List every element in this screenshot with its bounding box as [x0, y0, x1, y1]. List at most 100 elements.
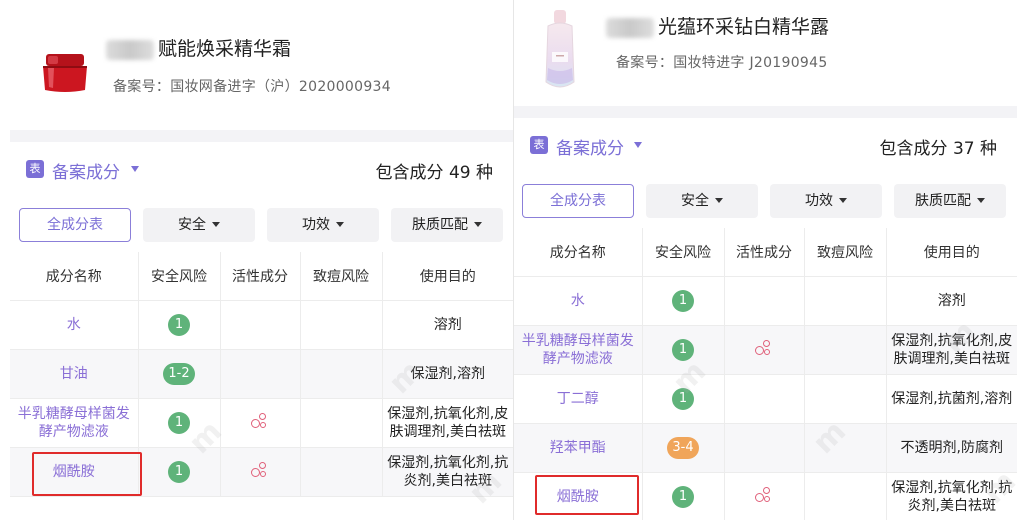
active-ingredient-icon	[249, 458, 271, 480]
bubble-shape	[251, 419, 260, 428]
column-header: 致痘风险	[300, 252, 383, 301]
ingredient-name-link[interactable]: 半乳糖酵母样菌发酵产物滤液	[522, 333, 634, 367]
registration-number: 备案号：国妆特进字 J20190945	[616, 55, 828, 71]
product-header: 赋能焕采精华霜 备案号：国妆网备进字（沪）2020000934	[10, 0, 513, 130]
safety-risk-cell: 1	[642, 325, 725, 375]
column-header: 成分名称	[514, 228, 643, 277]
ingredient-name-cell[interactable]: 水	[10, 300, 139, 350]
acne-risk-cell	[804, 423, 887, 473]
ingredient-name-cell[interactable]: 半乳糖酵母样菌发酵产物滤液	[514, 325, 643, 375]
usage-purpose-cell: 保湿剂,抗氧化剂,皮肤调理剂,美白祛斑	[382, 398, 513, 448]
ingredient-name-cell[interactable]: 烟酰胺	[514, 472, 643, 520]
tab-full-ingredients[interactable]: 全成分表	[522, 184, 634, 218]
ingredient-name-link[interactable]: 烟酰胺	[53, 464, 95, 480]
usage-purpose-cell: 保湿剂,溶剂	[382, 349, 513, 399]
risk-score-badge: 1	[672, 289, 694, 312]
table-header-row: 成分名称 安全风险 活性成分 致痘风险 使用目的	[514, 228, 1017, 277]
usage-purpose-cell: 保湿剂,抗菌剂,溶剂	[886, 374, 1017, 424]
column-header: 致痘风险	[804, 228, 887, 277]
product-panel-left: 赋能焕采精华霜 备案号：国妆网备进字（沪）2020000934 表 备案成分 包…	[10, 0, 513, 520]
ingredient-row[interactable]: 半乳糖酵母样菌发酵产物滤液 1 保湿剂,抗氧化剂,皮肤调理剂,美白祛斑	[514, 325, 1017, 375]
section-title-dropdown[interactable]: 备案成分	[556, 134, 624, 159]
ingredient-name-link[interactable]: 丁二醇	[557, 391, 599, 407]
filter-label: 肤质匹配	[412, 217, 468, 233]
column-header: 活性成分	[724, 228, 805, 277]
filter-safety-dropdown[interactable]: 安全	[646, 184, 758, 218]
column-header: 使用目的	[886, 228, 1017, 277]
chevron-down-icon[interactable]	[634, 142, 642, 148]
risk-score-badge: 1	[672, 338, 694, 361]
bubble-shape	[260, 471, 266, 477]
filter-skin-match-dropdown[interactable]: 肤质匹配	[391, 208, 503, 242]
caret-down-icon	[715, 197, 723, 203]
filter-skin-match-dropdown[interactable]: 肤质匹配	[894, 184, 1006, 218]
acne-risk-cell	[300, 300, 383, 350]
filter-efficacy-dropdown[interactable]: 功效	[267, 208, 379, 242]
ingredient-row[interactable]: 羟苯甲酯 3-4 不透明剂,防腐剂	[514, 423, 1017, 473]
tab-full-ingredients[interactable]: 全成分表	[19, 208, 131, 242]
active-ingredient-icon	[753, 336, 775, 358]
left-margin	[0, 0, 10, 520]
filter-label: 功效	[805, 193, 833, 209]
safety-risk-cell: 1-2	[138, 349, 221, 399]
usage-purpose-cell: 保湿剂,抗氧化剂,抗炎剂,美白祛斑	[382, 447, 513, 497]
ingredient-name-link[interactable]: 水	[571, 293, 585, 309]
usage-purpose-cell: 保湿剂,抗氧化剂,皮肤调理剂,美白祛斑	[886, 325, 1017, 375]
filter-label: 安全	[681, 193, 709, 209]
ingredient-row[interactable]: 烟酰胺 1 保湿剂,抗氧化剂,抗炎剂,美白祛斑	[10, 447, 513, 497]
filter-label: 肤质匹配	[915, 193, 971, 209]
ingredient-row[interactable]: 水 1 溶剂	[514, 276, 1017, 326]
table-icon: 表	[26, 160, 44, 178]
acne-risk-cell	[804, 276, 887, 326]
ingredient-row[interactable]: 半乳糖酵母样菌发酵产物滤液 1 保湿剂,抗氧化剂,皮肤调理剂,美白祛斑	[10, 398, 513, 448]
ingredient-name-link[interactable]: 羟苯甲酯	[550, 440, 606, 456]
safety-risk-cell: 1	[138, 398, 221, 448]
bubble-shape	[755, 346, 764, 355]
ingredient-name-cell[interactable]: 烟酰胺	[10, 447, 139, 497]
table-icon: 表	[530, 136, 548, 154]
caret-down-icon	[336, 221, 344, 227]
acne-risk-cell	[804, 325, 887, 375]
bubble-shape	[755, 493, 764, 502]
ingredient-name-cell[interactable]: 半乳糖酵母样菌发酵产物滤液	[10, 398, 139, 448]
blurred-brand-name	[106, 39, 154, 60]
product-panel-right: 光蕴环采钻白精华露 备案号：国妆特进字 J20190945 表 备案成分 包含成…	[514, 0, 1017, 520]
ingredient-row[interactable]: 丁二醇 1 保湿剂,抗菌剂,溶剂	[514, 374, 1017, 424]
ingredient-name-link[interactable]: 甘油	[60, 366, 88, 382]
table-header-row: 成分名称 安全风险 活性成分 致痘风险 使用目的	[10, 252, 513, 301]
risk-score-badge: 1-2	[163, 362, 195, 385]
product-header: 光蕴环采钻白精华露 备案号：国妆特进字 J20190945	[514, 0, 1017, 106]
caret-down-icon	[212, 221, 220, 227]
ingredient-name-link[interactable]: 半乳糖酵母样菌发酵产物滤液	[18, 406, 130, 440]
ingredient-name-cell[interactable]: 水	[514, 276, 643, 326]
section-gap	[514, 106, 1017, 118]
usage-purpose-cell: 保湿剂,抗氧化剂,抗炎剂,美白祛斑	[886, 472, 1017, 520]
column-header: 成分名称	[10, 252, 139, 301]
section-header: 表 备案成分 包含成分 49 种	[10, 150, 513, 190]
section-gap	[10, 130, 513, 142]
filter-efficacy-dropdown[interactable]: 功效	[770, 184, 882, 218]
safety-risk-cell: 1	[642, 472, 725, 520]
active-ingredient-cell	[724, 472, 805, 520]
ingredient-row[interactable]: 烟酰胺 1 保湿剂,抗氧化剂,抗炎剂,美白祛斑	[514, 472, 1017, 520]
active-ingredient-cell	[220, 447, 301, 497]
ingredient-row[interactable]: 甘油 1-2 保湿剂,溶剂	[10, 349, 513, 399]
ingredient-name-cell[interactable]: 羟苯甲酯	[514, 423, 643, 473]
risk-score-badge: 3-4	[667, 436, 699, 459]
column-header: 安全风险	[642, 228, 725, 277]
ingredient-row[interactable]: 水 1 溶剂	[10, 300, 513, 350]
acne-risk-cell	[300, 349, 383, 399]
chevron-down-icon[interactable]	[131, 166, 139, 172]
section-title-dropdown[interactable]: 备案成分	[52, 158, 120, 183]
risk-score-badge: 1	[168, 460, 190, 483]
ingredient-table: 成分名称 安全风险 活性成分 致痘风险 使用目的 水 1 溶剂 半乳糖酵母样菌发酵产物…	[514, 228, 1017, 520]
ingredient-name-link[interactable]: 烟酰胺	[557, 489, 599, 505]
bubble-shape	[764, 349, 770, 355]
active-ingredient-cell	[220, 349, 301, 399]
ingredient-name-cell[interactable]: 丁二醇	[514, 374, 643, 424]
product-name: 光蕴环采钻白精华露	[606, 12, 829, 39]
ingredient-name-cell[interactable]: 甘油	[10, 349, 139, 399]
filter-safety-dropdown[interactable]: 安全	[143, 208, 255, 242]
ingredient-name-link[interactable]: 水	[67, 317, 81, 333]
usage-purpose-cell: 不透明剂,防腐剂	[886, 423, 1017, 473]
